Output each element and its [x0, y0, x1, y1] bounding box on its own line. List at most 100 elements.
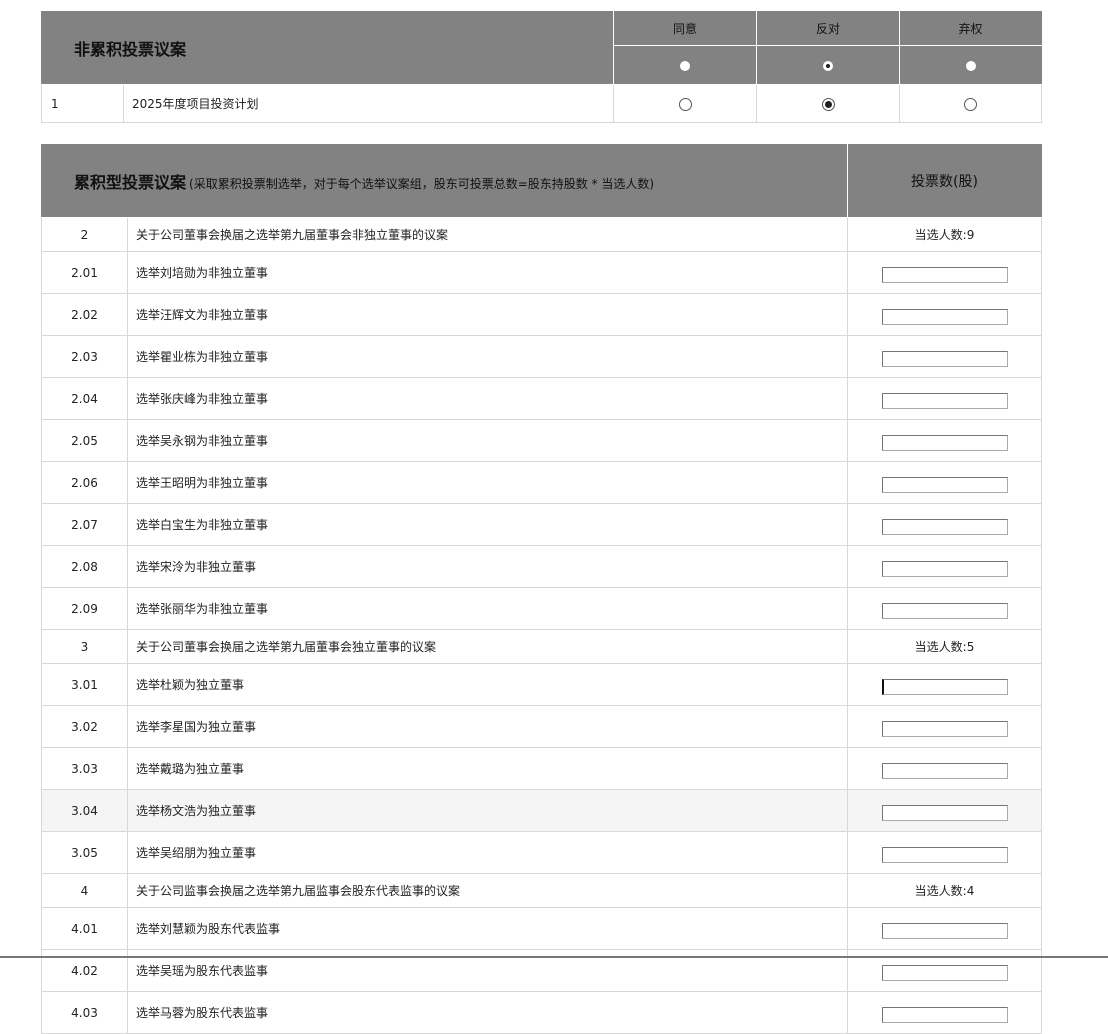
vote-count-cell: [847, 461, 1043, 504]
candidate-row: 4.03 选举马蓉为股东代表监事: [41, 991, 1043, 1034]
vote-count-cell: [847, 991, 1043, 1034]
candidate-title: 选举宋泠为非独立董事: [126, 545, 849, 588]
candidate-row: 2.09 选举张丽华为非独立董事: [41, 587, 1043, 630]
votes-column-header: 投票数(股): [847, 144, 1043, 218]
vote-count-input[interactable]: [881, 922, 1008, 939]
candidate-row: 3.04 选举杨文浩为独立董事: [41, 789, 1043, 832]
candidate-row: 2.04 选举张庆峰为非独立董事: [41, 377, 1043, 420]
candidate-title: 选举白宝生为非独立董事: [126, 503, 849, 546]
vote-count-cell: [847, 419, 1043, 462]
vote-count-input[interactable]: [881, 720, 1008, 737]
candidate-title: 选举杨文浩为独立董事: [126, 789, 849, 832]
candidate-title: 选举汪辉文为非独立董事: [126, 293, 849, 336]
vote-count-input[interactable]: [881, 518, 1008, 535]
vote-count-input[interactable]: [881, 434, 1008, 451]
candidate-number: 3.05: [41, 831, 128, 874]
vote-count-cell: [847, 663, 1043, 706]
vote-agree-radio[interactable]: [678, 97, 692, 111]
candidate-row: 2.07 选举白宝生为非独立董事: [41, 503, 1043, 546]
select-all-abstain-radio[interactable]: [965, 60, 976, 71]
vote-count-input[interactable]: [881, 804, 1008, 821]
vote-count-input[interactable]: [881, 964, 1008, 981]
candidate-title: 选举戴璐为独立董事: [126, 747, 849, 790]
candidate-row: 4.01 选举刘慧颖为股东代表监事: [41, 907, 1043, 950]
option-label-abstain: 弃权: [958, 22, 983, 37]
vote-oppose-cell[interactable]: [756, 84, 901, 123]
candidate-row: 3.02 选举李星国为独立董事: [41, 705, 1043, 748]
cumulative-header: 累积型投票议案 (采取累积投票制选举，对于每个选举议案组，股东可投票总数=股东持股…: [40, 144, 849, 218]
candidate-number: 2.03: [41, 335, 128, 378]
vote-count-input[interactable]: [881, 308, 1008, 325]
group-title: 关于公司监事会换届之选举第九届监事会股东代表监事的议案: [126, 873, 849, 908]
vote-agree-cell[interactable]: [613, 84, 758, 123]
select-all-agree-radio[interactable]: [680, 60, 691, 71]
vote-count-input[interactable]: [881, 266, 1008, 283]
proposal-title: 2025年度项目投资计划: [122, 84, 615, 123]
candidate-title: 选举杜颖为独立董事: [126, 663, 849, 706]
candidate-title: 选举吴绍朋为独立董事: [126, 831, 849, 874]
proposal-group-row: 3 关于公司董事会换届之选举第九届董事会独立董事的议案 当选人数:5: [41, 629, 1043, 664]
candidate-row: 2.08 选举宋泠为非独立董事: [41, 545, 1043, 588]
proposal-group-row: 4 关于公司监事会换届之选举第九届监事会股东代表监事的议案 当选人数:4: [41, 873, 1043, 908]
candidate-title: 选举李星国为独立董事: [126, 705, 849, 748]
select-all-abstain[interactable]: [899, 45, 1043, 85]
candidate-title: 选举马蓉为股东代表监事: [126, 991, 849, 1034]
candidate-row: 3.03 选举戴璐为独立董事: [41, 747, 1043, 790]
vote-count-input[interactable]: [881, 678, 1008, 695]
candidate-title: 选举吴永钢为非独立董事: [126, 419, 849, 462]
candidate-title: 选举张丽华为非独立董事: [126, 587, 849, 630]
vote-count-input[interactable]: [881, 846, 1008, 863]
vote-count-input[interactable]: [881, 762, 1008, 779]
proposal-group-row: 2 关于公司董事会换届之选举第九届董事会非独立董事的议案 当选人数:9: [41, 217, 1043, 252]
noncumulative-header: 非累积投票议案: [40, 11, 615, 85]
candidate-number: 3.01: [41, 663, 128, 706]
vote-count-input[interactable]: [881, 560, 1008, 577]
group-title: 关于公司董事会换届之选举第九届董事会独立董事的议案: [126, 629, 849, 664]
select-all-oppose-radio[interactable]: [823, 60, 834, 71]
candidate-title: 选举刘慧颖为股东代表监事: [126, 907, 849, 950]
candidate-number: 2.05: [41, 419, 128, 462]
vote-count-cell: [847, 293, 1043, 336]
candidate-row: 2.02 选举汪辉文为非独立董事: [41, 293, 1043, 336]
option-label-agree: 同意: [673, 22, 698, 37]
vote-count-input[interactable]: [881, 602, 1008, 619]
candidate-row: 2.06 选举王昭明为非独立董事: [41, 461, 1043, 504]
candidate-number: 2.06: [41, 461, 128, 504]
vote-count-cell: [847, 377, 1043, 420]
candidate-number: 3.02: [41, 705, 128, 748]
proposal-number: 1: [41, 84, 124, 123]
vote-oppose-radio[interactable]: [821, 97, 835, 111]
select-all-agree[interactable]: [613, 45, 758, 85]
vote-count-cell: [847, 251, 1043, 294]
option-header-agree: 同意: [613, 10, 758, 47]
vote-count-cell: [847, 907, 1043, 950]
vote-count-cell: [847, 587, 1043, 630]
option-label-oppose: 反对: [816, 22, 841, 37]
option-header-oppose: 反对: [756, 10, 901, 47]
candidate-title: 选举王昭明为非独立董事: [126, 461, 849, 504]
candidate-number: 3.03: [41, 747, 128, 790]
vote-count-input[interactable]: [881, 350, 1008, 367]
noncumulative-table: 非累积投票议案 同意 反对 弃权 1 2025年度项目投资计划: [40, 10, 1043, 123]
candidate-row: 3.05 选举吴绍朋为独立董事: [41, 831, 1043, 874]
candidate-number: 2.02: [41, 293, 128, 336]
candidate-number: 2.08: [41, 545, 128, 588]
vote-abstain-radio[interactable]: [964, 97, 978, 111]
candidate-number: 2.09: [41, 587, 128, 630]
candidate-row: 2.03 选举瞿业栋为非独立董事: [41, 335, 1043, 378]
candidate-row: 3.01 选举杜颖为独立董事: [41, 663, 1043, 706]
candidate-number: 4.03: [41, 991, 128, 1034]
candidate-title: 选举刘培勋为非独立董事: [126, 251, 849, 294]
candidate-number: 2.04: [41, 377, 128, 420]
candidate-row: 2.05 选举吴永钢为非独立董事: [41, 419, 1043, 462]
vote-count-input[interactable]: [881, 476, 1008, 493]
elected-count: 当选人数:9: [847, 217, 1043, 252]
select-all-oppose[interactable]: [756, 45, 901, 85]
vote-count-input[interactable]: [881, 1006, 1008, 1023]
option-header-abstain: 弃权: [899, 10, 1043, 47]
vote-count-input[interactable]: [881, 392, 1008, 409]
vote-abstain-cell[interactable]: [899, 84, 1043, 123]
group-title: 关于公司董事会换届之选举第九届董事会非独立董事的议案: [126, 217, 849, 252]
candidate-row: 2.01 选举刘培勋为非独立董事: [41, 251, 1043, 294]
group-number: 4: [41, 873, 128, 908]
